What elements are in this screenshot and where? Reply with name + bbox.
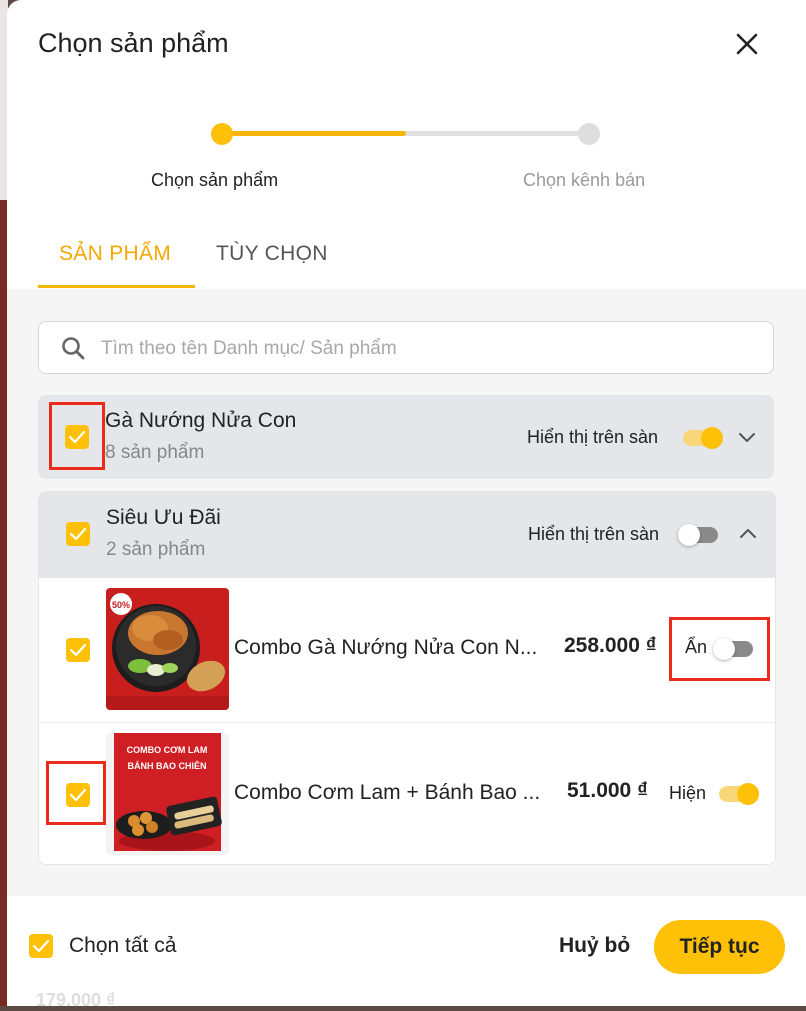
check-icon	[68, 430, 86, 444]
category-count: 2 sản phẩm	[106, 539, 206, 560]
step-2-dot	[578, 123, 600, 145]
close-icon[interactable]	[733, 30, 761, 58]
check-icon	[32, 939, 50, 953]
step-1-label: Chọn sản phẩm	[151, 170, 279, 190]
category-group-ga-nuong[interactable]: Gà Nướng Nửa Con 8 sản phẩm Hiển thị trê…	[38, 395, 774, 479]
search-box	[38, 321, 774, 375]
thumbnail-text-line-1: COMBO CƠM LAM	[127, 745, 208, 755]
active-tab-indicator	[38, 285, 195, 288]
dialog-title: Chọn sản phẩm	[38, 28, 229, 58]
step-2-label: Chọn kênh bán	[523, 170, 646, 190]
show-on-marketplace-label: Hiển thị trên sàn	[527, 427, 659, 447]
show-on-marketplace-toggle[interactable]	[683, 427, 723, 449]
category-header[interactable]: Siêu Ưu Đãi 2 sản phẩm Hiển thị trên sàn	[39, 492, 775, 578]
select-all-label: Chọn tất cả	[69, 934, 177, 957]
product-thumbnail: COMBO CƠM LAM BÁNH BAO CHIÊN	[106, 733, 229, 855]
tab-options[interactable]: TÙY CHỌN	[216, 242, 328, 266]
background-price: 179.000 ₫	[36, 990, 116, 1010]
step-progress-fill	[222, 131, 406, 136]
category-title: Siêu Ưu Đãi	[106, 506, 221, 529]
category-title: Gà Nướng Nửa Con	[105, 409, 297, 432]
chevron-up-icon[interactable]	[738, 524, 758, 544]
product-row: COMBO CƠM LAM BÁNH BAO CHIÊN Combo Cơm L…	[39, 723, 775, 864]
product-thumbnail: 50%	[106, 588, 229, 710]
search-input[interactable]	[99, 322, 763, 375]
category-checkbox[interactable]	[66, 522, 90, 546]
visibility-label: Hiện	[669, 783, 707, 803]
select-all-checkbox[interactable]	[29, 934, 53, 958]
discount-badge: 50%	[112, 600, 130, 610]
search-icon	[62, 337, 85, 360]
check-icon	[69, 527, 87, 541]
product-name: Combo Cơm Lam + Bánh Bao ...	[234, 781, 541, 804]
product-row: 50% Combo Gà Nướng Nửa Con N... 258.000 …	[39, 578, 775, 723]
select-product-dialog: Chọn sản phẩm Chọn sản phẩm Chọn kênh bá…	[7, 0, 806, 1006]
product-list-panel: Gà Nướng Nửa Con 8 sản phẩm Hiển thị trê…	[7, 289, 806, 896]
category-count: 8 sản phẩm	[105, 442, 205, 463]
category-checkbox[interactable]	[65, 425, 89, 449]
thumbnail-text-line-2: BÁNH BAO CHIÊN	[127, 760, 206, 771]
show-on-marketplace-toggle[interactable]	[678, 524, 718, 546]
product-name: Combo Gà Nướng Nửa Con N...	[234, 636, 538, 659]
step-progress-track	[222, 131, 590, 136]
product-price: 51.000 ₫	[567, 779, 648, 802]
visibility-toggle[interactable]	[719, 783, 759, 805]
check-icon	[69, 788, 87, 802]
tab-products[interactable]: SẢN PHẨM	[59, 242, 171, 266]
product-checkbox[interactable]	[66, 638, 90, 662]
visibility-label: Ẩn	[685, 637, 708, 657]
product-checkbox[interactable]	[66, 783, 90, 807]
chevron-down-icon[interactable]	[737, 427, 757, 447]
category-group-sieu-uu-dai: Siêu Ưu Đãi 2 sản phẩm Hiển thị trên sàn	[38, 491, 776, 865]
visibility-toggle[interactable]	[713, 638, 753, 660]
stepper: Chọn sản phẩm Chọn kênh bán	[7, 110, 806, 210]
dialog-footer: Chọn tất cả Huỷ bỏ Tiếp tục	[7, 896, 806, 1006]
continue-button[interactable]: Tiếp tục	[654, 920, 785, 974]
product-price: 258.000 ₫	[564, 634, 657, 657]
check-icon	[69, 643, 87, 657]
step-1-dot	[211, 123, 233, 145]
show-on-marketplace-label: Hiển thị trên sàn	[528, 524, 660, 544]
cancel-button[interactable]: Huỷ bỏ	[559, 934, 630, 958]
